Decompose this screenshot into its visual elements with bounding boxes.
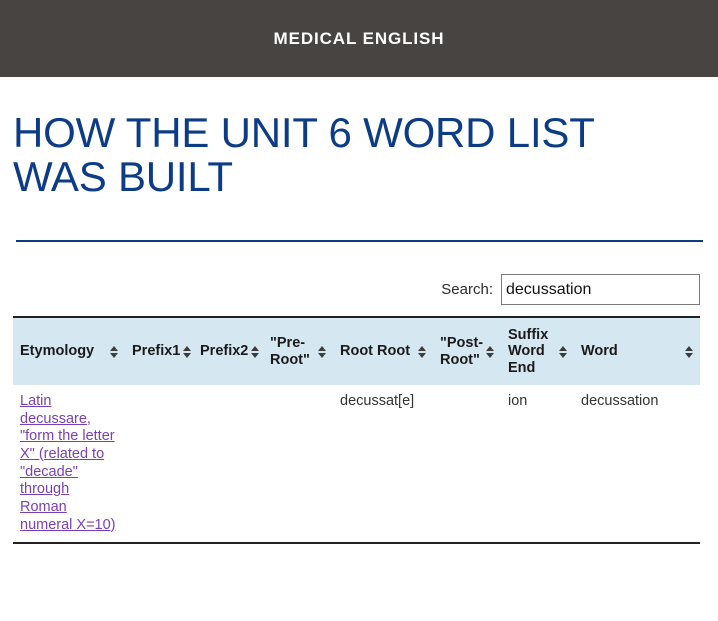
column-header-word[interactable]: Word [574,317,700,385]
column-header-root-root[interactable]: Root Root [333,317,433,385]
column-header-label: Root Root [340,343,411,360]
sort-updown-icon[interactable] [251,344,260,360]
cell-prefix1 [125,384,193,545]
cell-suffix-word-end: ion [501,384,574,545]
site-title: MEDICAL ENGLISH [273,28,445,48]
column-header-label: "Pre-Root" [270,335,310,368]
table-header: Etymology Prefix1 Prefix2 "Pre-Root" Roo… [13,317,700,385]
word-list-table: Etymology Prefix1 Prefix2 "Pre-Root" Roo… [13,316,700,545]
cell-root-root: decussat[e] [333,384,433,545]
page-title: How the Unit 6 Word List Was Built [13,109,594,201]
table-header-row: Etymology Prefix1 Prefix2 "Pre-Root" Roo… [13,317,700,385]
main-content: How the Unit 6 Word List Was Built Searc… [0,77,718,545]
table-body: Latin decussare, "form the letter X" (re… [13,384,700,545]
column-header-label: Etymology [20,343,95,360]
column-header-label: Prefix2 [200,343,249,360]
cell-word: decussation [574,384,700,545]
sort-updown-icon[interactable] [183,344,192,360]
column-header-prefix1[interactable]: Prefix1 [125,317,193,385]
column-header-etymology[interactable]: Etymology [13,317,125,385]
sort-updown-icon[interactable] [559,344,568,360]
search-input[interactable] [501,274,700,306]
sort-updown-icon[interactable] [318,344,327,360]
site-header: MEDICAL ENGLISH [0,0,718,77]
sort-updown-icon[interactable] [685,344,694,360]
sort-updown-icon[interactable] [486,344,495,360]
column-header-post-root[interactable]: "Post-Root" [433,317,501,385]
column-header-pre-root[interactable]: "Pre-Root" [263,317,333,385]
cell-etymology: Latin decussare, "form the letter X" (re… [13,384,125,545]
search-label: Search: [441,281,493,299]
table-row: Latin decussare, "form the letter X" (re… [13,384,700,545]
sort-updown-icon[interactable] [110,344,119,360]
column-header-suffix-word-end[interactable]: Suffix Word End [501,317,574,385]
column-header-prefix2[interactable]: Prefix2 [193,317,263,385]
etymology-link[interactable]: Latin decussare, "form the letter X" (re… [20,393,116,533]
column-header-label: Prefix1 [132,343,181,360]
cell-prefix2 [193,384,263,545]
sort-updown-icon[interactable] [418,344,427,360]
column-header-label: "Post-Root" [440,335,484,368]
word-list-table-wrap: Etymology Prefix1 Prefix2 "Pre-Root" Roo… [13,316,700,545]
column-header-label: Suffix Word End [508,327,549,376]
search-area: Search: [13,274,700,306]
cell-pre-root [263,384,333,545]
column-header-label: Word [581,343,618,360]
cell-post-root [433,384,501,545]
page-root: MEDICAL ENGLISH How the Unit 6 Word List… [0,0,718,621]
title-divider [15,240,703,243]
